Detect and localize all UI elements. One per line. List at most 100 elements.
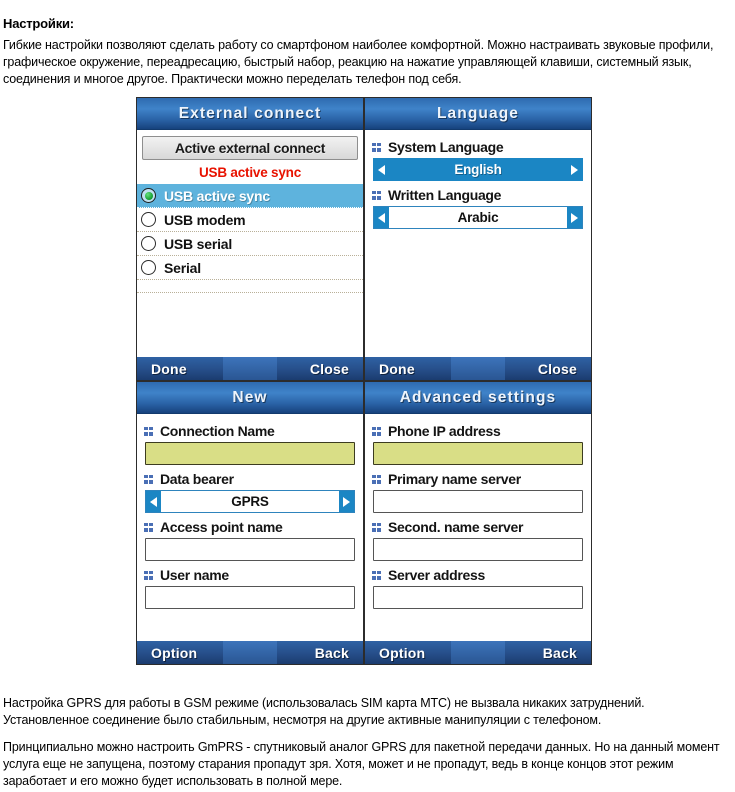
grid-bullet-icon (372, 474, 381, 484)
field-label-user-name: User name (143, 567, 357, 583)
spinner-written-language[interactable]: Arabic (373, 206, 583, 229)
grid-bullet-icon (372, 570, 381, 580)
titlebar-text: Advanced settings (399, 388, 557, 406)
grid-bullet-icon (372, 142, 381, 152)
softkey-left-done[interactable]: Done (379, 361, 415, 377)
field-label-data-bearer: Data bearer (143, 471, 357, 487)
chevron-left-icon[interactable] (374, 159, 389, 180)
outro-paragraph-1: Настройка GPRS для работы в GSM режиме (… (3, 696, 645, 727)
field-text: Phone IP address (388, 423, 501, 439)
chevron-left-icon[interactable] (374, 207, 389, 228)
radio-option-label: USB modem (164, 211, 246, 228)
page-root: Настройки: Гибкие настройки позволяют сд… (0, 0, 735, 792)
field-label-system-language: System Language (371, 139, 585, 155)
screen-language: Language System Language English Written… (364, 97, 592, 381)
grid-bullet-icon (372, 190, 381, 200)
content-new-connection: Connection Name Data bearer GPRS Access … (137, 414, 363, 641)
spinner-value: English (454, 162, 502, 177)
intro-paragraph: Гибкие настройки позволяют сделать работ… (3, 38, 714, 86)
screen-new-connection: New Connection Name Data bearer GPRS Acc… (136, 381, 364, 665)
input-phone-ip-address[interactable] (373, 442, 583, 465)
softkey-left-option[interactable]: Option (151, 645, 197, 661)
chevron-right-icon[interactable] (567, 207, 582, 228)
softkey-bar-new-connection: Option Back (137, 641, 363, 664)
softkey-left-option[interactable]: Option (379, 645, 425, 661)
softkey-right-back[interactable]: Back (315, 645, 349, 661)
content-language: System Language English Written Language… (365, 130, 591, 357)
radio-empty-icon (141, 260, 156, 275)
input-access-point-name[interactable] (145, 538, 355, 561)
radio-option-usb-serial[interactable]: USB serial (137, 232, 363, 256)
input-server-address[interactable] (373, 586, 583, 609)
radio-option-usb-modem[interactable]: USB modem (137, 208, 363, 232)
titlebar-text: New (232, 388, 268, 406)
field-text: System Language (388, 139, 504, 155)
field-text: User name (160, 567, 229, 583)
screenshot-grid: External connect Active external connect… (136, 97, 592, 665)
grid-bullet-icon (144, 474, 153, 484)
input-user-name[interactable] (145, 586, 355, 609)
titlebar-advanced-settings: Advanced settings (365, 382, 591, 414)
spinner-value: Arabic (389, 208, 567, 227)
field-label-connection-name: Connection Name (143, 423, 357, 439)
spinner-value: GPRS (161, 492, 339, 511)
chevron-left-icon[interactable] (146, 491, 161, 512)
grid-bullet-icon (372, 522, 381, 532)
titlebar-new-connection: New (137, 382, 363, 414)
softkey-bar-external-connect: Done Close (137, 357, 363, 380)
radio-option-usb-active-sync[interactable]: USB active sync (137, 184, 363, 208)
radio-empty-icon (141, 212, 156, 227)
softkey-right-back[interactable]: Back (543, 645, 577, 661)
spinner-data-bearer[interactable]: GPRS (145, 490, 355, 513)
field-text: Data bearer (160, 471, 234, 487)
field-text: Written Language (388, 187, 502, 203)
chevron-right-icon[interactable] (339, 491, 354, 512)
softkey-right-close[interactable]: Close (538, 361, 577, 377)
field-text: Server address (388, 567, 485, 583)
radio-option-label: USB serial (164, 235, 233, 252)
softkey-left-done[interactable]: Done (151, 361, 187, 377)
groupbox-label: Active external connect (174, 140, 326, 156)
input-primary-name-server[interactable] (373, 490, 583, 513)
content-advanced-settings: Phone IP address Primary name server Sec… (365, 414, 591, 641)
screen-advanced-settings: Advanced settings Phone IP address Prima… (364, 381, 592, 665)
grid-bullet-icon (144, 570, 153, 580)
field-label-server-address: Server address (371, 567, 585, 583)
list-end-divider (137, 280, 363, 293)
chevron-right-icon[interactable] (567, 159, 582, 180)
titlebar-external-connect: External connect (137, 98, 363, 130)
connection-options-list: USB active sync USB modem USB serial Ser… (137, 184, 363, 293)
titlebar-text: Language (436, 104, 519, 122)
language-form: System Language English Written Language… (365, 130, 591, 229)
radio-empty-icon (141, 236, 156, 251)
field-label-written-language: Written Language (371, 187, 585, 203)
softkey-bar-language: Done Close (365, 357, 591, 380)
content-external-connect: Active external connect USB active sync … (137, 130, 363, 357)
page-title: Настройки: (3, 16, 74, 31)
field-text: Second. name server (388, 519, 524, 535)
grid-bullet-icon (144, 426, 153, 436)
radio-option-label: Serial (164, 259, 201, 276)
titlebar-text: External connect (178, 104, 322, 122)
field-label-secondary-name-server: Second. name server (371, 519, 585, 535)
grid-bullet-icon (144, 522, 153, 532)
radio-option-label: USB active sync (164, 187, 270, 204)
field-label-phone-ip-address: Phone IP address (371, 423, 585, 439)
softkey-right-close[interactable]: Close (310, 361, 349, 377)
softkey-bar-advanced-settings: Option Back (365, 641, 591, 664)
outro-paragraph-2: Принципиально можно настроить GmPRS - сп… (3, 740, 720, 788)
titlebar-language: Language (365, 98, 591, 130)
field-text: Access point name (160, 519, 283, 535)
input-connection-name[interactable] (145, 442, 355, 465)
new-connection-form: Connection Name Data bearer GPRS Access … (137, 414, 363, 609)
field-text: Primary name server (388, 471, 521, 487)
spinner-system-language[interactable]: English (373, 158, 583, 181)
input-secondary-name-server[interactable] (373, 538, 583, 561)
radio-selected-icon (141, 188, 156, 203)
active-external-connect-groupbox[interactable]: Active external connect (142, 136, 358, 160)
screen-external-connect: External connect Active external connect… (136, 97, 364, 381)
field-label-access-point-name: Access point name (143, 519, 357, 535)
field-label-primary-name-server: Primary name server (371, 471, 585, 487)
advanced-settings-form: Phone IP address Primary name server Sec… (365, 414, 591, 609)
radio-option-serial[interactable]: Serial (137, 256, 363, 280)
